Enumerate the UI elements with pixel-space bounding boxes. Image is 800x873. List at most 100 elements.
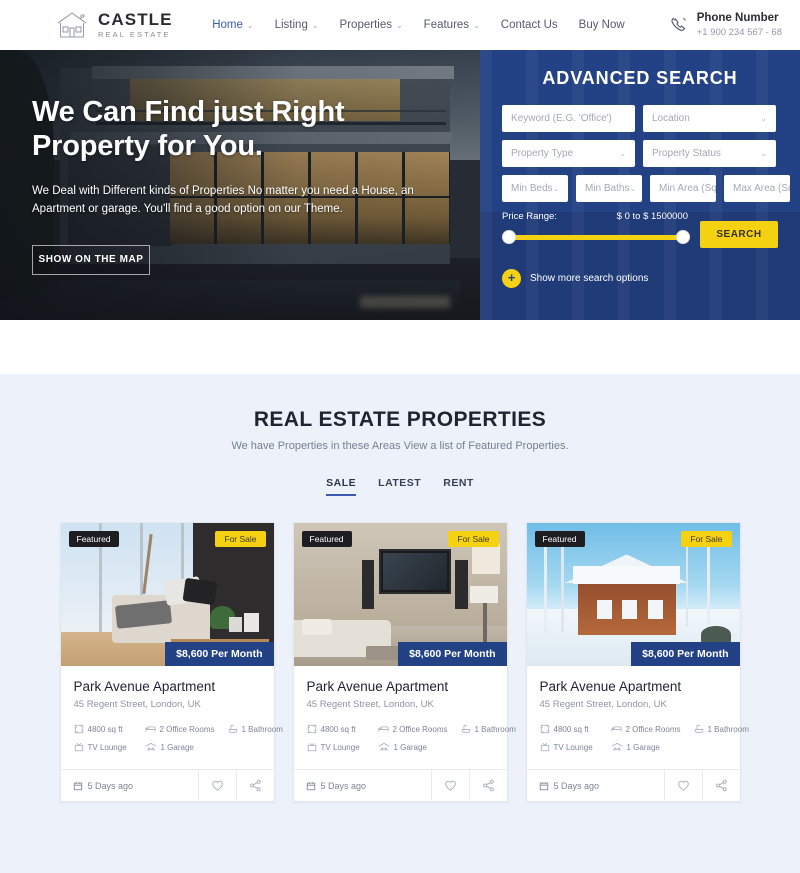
advanced-search-panel: ADVANCED SEARCH Keyword (E.G. 'Office') … (480, 50, 800, 320)
property-card[interactable]: Featured For Sale $8,600 Per Month Park … (525, 522, 749, 802)
car-icon (145, 742, 156, 751)
feature-lounge: TV Lounge (540, 742, 600, 752)
nav-item-properties[interactable]: Properties ⌄ (340, 19, 403, 31)
hero-title-line2: Property for You. (32, 130, 263, 163)
feature-rooms: 2 Office Rooms (144, 724, 217, 734)
nav-item-buy-now[interactable]: Buy Now (579, 19, 625, 31)
feature-label: 4800 sq ft (320, 724, 356, 734)
property-title[interactable]: Park Avenue Apartment (307, 679, 494, 694)
min-area-input[interactable]: Min Area (Sq (650, 175, 716, 202)
show-more-options-toggle[interactable]: + Show more search options (502, 269, 778, 288)
featured-badge: Featured (68, 531, 119, 547)
area-icon (307, 724, 316, 734)
heart-icon (211, 780, 223, 791)
feature-row: TV Lounge 1 Garage (540, 742, 727, 752)
feature-lounge: TV Lounge (307, 742, 367, 752)
max-area-input[interactable]: Max Area (Sq (724, 175, 790, 202)
share-icon (482, 779, 494, 792)
property-image[interactable]: Featured For Sale $8,600 Per Month (526, 523, 740, 666)
section-spacer (0, 320, 800, 374)
section-title: REAL ESTATE PROPERTIES (253, 408, 547, 431)
feature-label: 1 Bathroom (474, 724, 516, 734)
bed-icon (144, 726, 156, 732)
property-address: 45 Regent Street, London, UK (306, 699, 434, 710)
status-badge: For Sale (681, 531, 732, 547)
tab-latest[interactable]: LATEST (378, 477, 421, 496)
search-button[interactable]: SEARCH (700, 221, 778, 248)
slider-handle-max[interactable] (676, 230, 690, 244)
property-card[interactable]: Featured For Sale $8,600 Per Month Park … (292, 522, 516, 802)
feature-row: TV Lounge 1 Garage (74, 742, 261, 752)
feature-row: 4800 sq ft 2 Office Rooms 1 Bathroom (74, 724, 283, 734)
property-features: 4800 sq ft 2 Office Rooms 1 Bathroom TV … (307, 724, 516, 752)
slider-handle-min[interactable] (502, 230, 516, 244)
search-row-3: Min Beds ⌄ Min Baths ⌄ Min Area (Sq Max … (502, 175, 790, 202)
location-placeholder: Location (652, 113, 690, 124)
property-title[interactable]: Park Avenue Apartment (540, 679, 727, 694)
property-status-select[interactable]: Property Status ⌄ (643, 140, 776, 167)
feature-bathroom: 1 Bathroom (228, 724, 283, 734)
feature-lounge: TV Lounge (74, 742, 134, 752)
car-icon (378, 742, 389, 751)
calendar-icon (539, 781, 548, 790)
property-card-footer: 5 Days ago (526, 769, 740, 802)
feature-garage: 1 Garage (378, 742, 427, 752)
featured-badge: Featured (534, 531, 585, 547)
chevron-down-icon: ⌄ (619, 149, 626, 158)
bath-icon (694, 724, 703, 733)
feature-bathroom: 1 Bathroom (461, 724, 516, 734)
area-icon (540, 724, 549, 734)
property-date-label: 5 Days ago (87, 780, 134, 791)
nav-label: Features (423, 19, 470, 31)
share-button[interactable] (701, 769, 740, 802)
property-type-select[interactable]: Property Type ⌄ (502, 140, 635, 167)
feature-label: 2 Office Rooms (159, 724, 215, 734)
keyword-placeholder: Keyword (E.G. 'Office') (511, 113, 612, 124)
keyword-input[interactable]: Keyword (E.G. 'Office') (502, 105, 635, 132)
share-button[interactable] (235, 769, 274, 802)
property-title[interactable]: Park Avenue Apartment (74, 679, 261, 694)
feature-bathroom: 1 Bathroom (694, 724, 749, 734)
price-range-row: Price Range: $ 0 to $ 1500000 SEARCH (502, 211, 778, 248)
feature-garage: 1 Garage (611, 742, 660, 752)
property-features: 4800 sq ft 2 Office Rooms 1 Bathroom TV … (540, 724, 749, 752)
tab-rent[interactable]: RENT (443, 477, 474, 496)
tv-icon (540, 742, 549, 752)
hero-image: We Can Find just Right Property for You.… (0, 50, 480, 320)
min-baths-select[interactable]: Min Baths ⌄ (576, 175, 642, 202)
feature-label: 1 Bathroom (707, 724, 749, 734)
share-button[interactable] (468, 769, 507, 802)
favorite-button[interactable] (430, 769, 469, 802)
tv-icon (74, 742, 83, 752)
show-on-map-button[interactable]: SHOW ON THE MAP (32, 244, 150, 275)
property-image[interactable]: Featured For Sale $8,600 Per Month (293, 523, 507, 666)
favorite-button[interactable] (197, 769, 236, 802)
nav-item-features[interactable]: Features ⌄ (424, 19, 480, 31)
location-select[interactable]: Location ⌄ (643, 105, 776, 132)
favorite-button[interactable] (663, 769, 702, 802)
nav-item-listing[interactable]: Listing ⌄ (275, 19, 319, 31)
phone-block[interactable]: Phone Number +1 900 234 567 - 68 (669, 11, 782, 38)
area-icon (74, 724, 83, 734)
feature-label: 2 Office Rooms (625, 724, 681, 734)
chevron-down-icon: ⌄ (246, 20, 254, 30)
site-header: CASTLE REAL ESTATE Home ⌄ Listing ⌄ Prop… (0, 0, 800, 50)
property-image[interactable]: Featured For Sale $8,600 Per Month (60, 523, 274, 666)
bed-icon (610, 726, 622, 732)
price-range-slider[interactable] (502, 230, 690, 244)
phone-number: +1 900 234 567 - 68 (696, 26, 782, 38)
nav-label: Buy Now (578, 19, 625, 31)
nav-item-home[interactable]: Home ⌄ (212, 19, 253, 31)
tab-sale[interactable]: SALE (326, 477, 357, 496)
car-icon (611, 742, 622, 751)
min-beds-select[interactable]: Min Beds ⌄ (502, 175, 568, 202)
property-address: 45 Regent Street, London, UK (73, 699, 201, 710)
property-card[interactable]: Featured For Sale $8,600 Per Month Park … (59, 522, 283, 802)
logo[interactable]: CASTLE REAL ESTATE (55, 10, 173, 40)
nav-item-contact-us[interactable]: Contact Us (501, 19, 558, 31)
logo-title: CASTLE (98, 10, 173, 30)
property-status-placeholder: Property Status (652, 148, 721, 159)
chevron-down-icon: ⌄ (552, 184, 560, 193)
price-badge: $8,600 Per Month (631, 642, 740, 666)
feature-label: 4800 sq ft (87, 724, 123, 734)
